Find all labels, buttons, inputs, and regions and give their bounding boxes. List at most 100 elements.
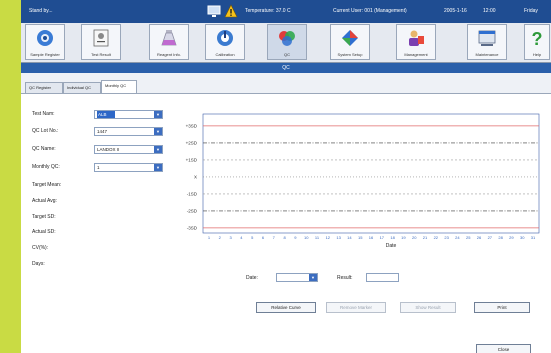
relative-curve-button[interactable]: Relative Curve xyxy=(256,302,316,313)
y-tick-label: +3SD xyxy=(186,124,198,129)
monthly-qc-select[interactable]: 1 ▼ xyxy=(94,163,163,172)
help-button[interactable]: ? Help xyxy=(524,24,550,60)
button-label: Relative Curve xyxy=(271,305,301,310)
x-tick-label: 18 xyxy=(390,235,395,240)
current-user: Current User: 001 (Management) xyxy=(333,8,407,14)
monitor-icon[interactable] xyxy=(207,4,221,18)
x-tick-label: 29 xyxy=(509,235,514,240)
x-tick-label: 21 xyxy=(423,235,428,240)
tab-label: QC Register xyxy=(29,85,52,90)
maintenance-icon xyxy=(478,30,496,46)
x-tick-label: 27 xyxy=(488,235,493,240)
toolbar-label: System Setup xyxy=(337,52,363,57)
application-window: Stand by... Temperature: 37.0 C Current … xyxy=(21,0,551,353)
time-display: 12:00 xyxy=(483,8,496,14)
reagent-info-button[interactable]: Reagent Info. xyxy=(149,24,189,60)
x-tick-label: 22 xyxy=(434,235,439,240)
warning-icon[interactable] xyxy=(224,4,238,18)
monthly-qc-panel: Test Nam: ALB ▼ QC Lot No.: 1447 ▼ QC Na… xyxy=(21,93,551,353)
test-result-icon xyxy=(93,29,109,47)
system-setup-button[interactable]: System Setup xyxy=(330,24,370,60)
x-tick-label: 12 xyxy=(326,235,331,240)
test-name-label: Test Nam: xyxy=(32,111,55,117)
close-button[interactable]: Close xyxy=(476,344,531,353)
x-tick-label: 30 xyxy=(520,235,525,240)
tab-monthly-qc[interactable]: Monthly QC xyxy=(101,80,137,93)
chevron-down-icon[interactable]: ▼ xyxy=(309,274,317,281)
toolbar-label: Help xyxy=(532,52,542,57)
button-label: Remove Marker xyxy=(339,305,372,310)
print-button[interactable]: Print xyxy=(474,302,530,313)
toolbar-label: Maintenance xyxy=(475,52,499,57)
management-button[interactable]: Management xyxy=(396,24,436,60)
qc-name-value: LANDOX II xyxy=(97,147,120,152)
x-tick-label: 7 xyxy=(273,235,276,240)
y-tick-label: -1SD xyxy=(187,192,198,197)
y-tick-label: -2SD xyxy=(187,209,198,214)
qc-lot-no-label: QC Lot No.: xyxy=(32,128,59,134)
temperature-readout: Temperature: 37.0 C xyxy=(245,8,291,14)
test-name-select[interactable]: ALB ▼ xyxy=(94,110,163,119)
toolbar-label: QC xyxy=(284,52,290,57)
toolbar-label: Management xyxy=(404,52,428,57)
test-result-button[interactable]: Test Result xyxy=(81,24,121,60)
monthly-qc-chart: +3SD+2SD+1SDX-1SD-2SD-3SD1 2 3 4 5 6 7 8 9 10 11 12… xyxy=(186,113,540,249)
toolbar-label: Calibration xyxy=(215,52,235,57)
y-tick-label: -3SD xyxy=(187,226,198,231)
actual-avg-label: Actual Avg: xyxy=(32,198,57,204)
x-tick-label: 17 xyxy=(380,235,385,240)
maintenance-button[interactable]: Maintenance xyxy=(467,24,507,60)
toolbar-label: Reagent Info. xyxy=(156,52,182,57)
x-tick-label: 11 xyxy=(315,235,320,240)
x-tick-label: 1 xyxy=(208,235,211,240)
calibration-button[interactable]: Calibration xyxy=(205,24,245,60)
remove-marker-button[interactable]: Remove Marker xyxy=(326,302,386,313)
status-bar: Stand by... Temperature: 37.0 C Current … xyxy=(21,0,551,23)
x-tick-label: 9 xyxy=(294,235,297,240)
x-tick-label: 6 xyxy=(262,235,265,240)
system-setup-icon xyxy=(342,30,358,46)
result-label: Result: xyxy=(337,275,353,281)
button-label: Show Result xyxy=(415,305,441,310)
day-display: Friday xyxy=(524,8,538,14)
main-toolbar: Sample Register Test Result Reagent Info… xyxy=(21,23,551,63)
x-tick-label: 24 xyxy=(455,235,460,240)
toolbar-label: Sample Register xyxy=(30,52,60,57)
x-tick-label: 26 xyxy=(477,235,482,240)
show-result-button[interactable]: Show Result xyxy=(400,302,456,313)
qc-name-select[interactable]: LANDOX II ▼ xyxy=(94,145,163,154)
qc-button[interactable]: QC xyxy=(267,24,307,60)
actual-sd-label: Actual SD: xyxy=(32,229,56,235)
monthly-qc-label: Monthly QC: xyxy=(32,164,60,170)
plot-area xyxy=(202,113,540,234)
tab-qc-register[interactable]: QC Register xyxy=(25,82,63,93)
date-display: 2005-1-16 xyxy=(444,8,467,14)
svg-text:?: ? xyxy=(532,29,543,48)
date-select[interactable]: ▼ xyxy=(276,273,318,282)
help-icon: ? xyxy=(532,29,543,48)
section-title: QC xyxy=(282,65,290,71)
x-tick-label: 14 xyxy=(347,235,352,240)
x-tick-label: 16 xyxy=(369,235,374,240)
result-input[interactable] xyxy=(366,273,399,282)
qc-lot-no-select[interactable]: 1447 ▼ xyxy=(94,127,163,136)
date-label: Date: xyxy=(246,275,258,281)
tab-bar: QC Register Individual QC Monthly QC xyxy=(21,79,551,93)
toolbar-label: Test Result xyxy=(91,52,111,57)
y-tick-label: +1SD xyxy=(186,158,198,163)
section-title-bar: QC xyxy=(21,63,551,73)
tab-individual-qc[interactable]: Individual QC xyxy=(63,82,101,93)
test-name-value: ALB xyxy=(97,111,115,118)
reagent-info-icon xyxy=(161,30,177,46)
y-tick-label: +2SD xyxy=(186,141,198,146)
qc-name-label: QC Name: xyxy=(32,146,56,152)
x-tick-label: 10 xyxy=(304,235,309,240)
x-axis-label: Date xyxy=(386,243,397,249)
target-mean-label: Target Mean: xyxy=(32,182,62,188)
x-tick-label: 20 xyxy=(412,235,417,240)
x-tick-label: 19 xyxy=(401,235,406,240)
target-sd-label: Target SD: xyxy=(32,214,56,220)
x-tick-label: 23 xyxy=(444,235,449,240)
sample-register-button[interactable]: Sample Register xyxy=(25,24,65,60)
x-tick-label: 25 xyxy=(466,235,471,240)
